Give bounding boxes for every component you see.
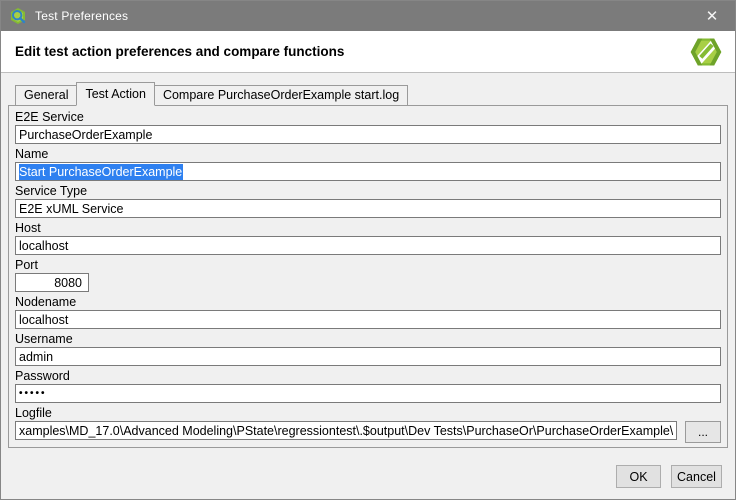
service-type-field[interactable] bbox=[15, 199, 721, 218]
tab-compare-log[interactable]: Compare PurchaseOrderExample start.log bbox=[154, 85, 408, 105]
test-preferences-dialog: Test Preferences ✕ Edit test action pref… bbox=[0, 0, 736, 500]
password-field[interactable] bbox=[15, 384, 721, 403]
e2e-service-field[interactable] bbox=[15, 125, 721, 144]
e2e-service-label: E2E Service bbox=[15, 110, 721, 125]
dialog-header-title: Edit test action preferences and compare… bbox=[15, 44, 344, 59]
nodename-field[interactable] bbox=[15, 310, 721, 329]
tab-test-action[interactable]: Test Action bbox=[76, 82, 154, 106]
username-field[interactable] bbox=[15, 347, 721, 366]
window-title: Test Preferences bbox=[35, 9, 128, 23]
host-field[interactable] bbox=[15, 236, 721, 255]
port-field[interactable] bbox=[15, 273, 89, 292]
browse-button[interactable]: ... bbox=[685, 421, 721, 443]
name-field[interactable]: Start PurchaseOrderExample bbox=[15, 162, 721, 181]
dialog-header: Edit test action preferences and compare… bbox=[1, 31, 735, 73]
titlebar: Test Preferences ✕ bbox=[1, 1, 735, 31]
name-label: Name bbox=[15, 147, 721, 162]
close-icon[interactable]: ✕ bbox=[689, 1, 735, 31]
dialog-footer: OK Cancel bbox=[616, 465, 722, 488]
password-label: Password bbox=[15, 369, 721, 384]
username-label: Username bbox=[15, 332, 721, 347]
logfile-field[interactable] bbox=[15, 421, 677, 440]
tab-general[interactable]: General bbox=[15, 85, 77, 105]
name-field-selected-text: Start PurchaseOrderExample bbox=[19, 164, 183, 180]
brand-logo-icon bbox=[687, 34, 725, 70]
test-action-panel: E2E Service Name Start PurchaseOrderExam… bbox=[8, 105, 728, 448]
logfile-label: Logfile bbox=[15, 406, 721, 421]
cancel-button[interactable]: Cancel bbox=[671, 465, 722, 488]
tab-bar: General Test Action Compare PurchaseOrde… bbox=[8, 81, 728, 105]
port-label: Port bbox=[15, 258, 721, 273]
ok-button[interactable]: OK bbox=[616, 465, 661, 488]
host-label: Host bbox=[15, 221, 721, 236]
nodename-label: Nodename bbox=[15, 295, 721, 310]
service-type-label: Service Type bbox=[15, 184, 721, 199]
logfile-row: ... bbox=[15, 421, 721, 443]
dialog-content: General Test Action Compare PurchaseOrde… bbox=[1, 73, 735, 448]
app-icon bbox=[9, 7, 27, 25]
